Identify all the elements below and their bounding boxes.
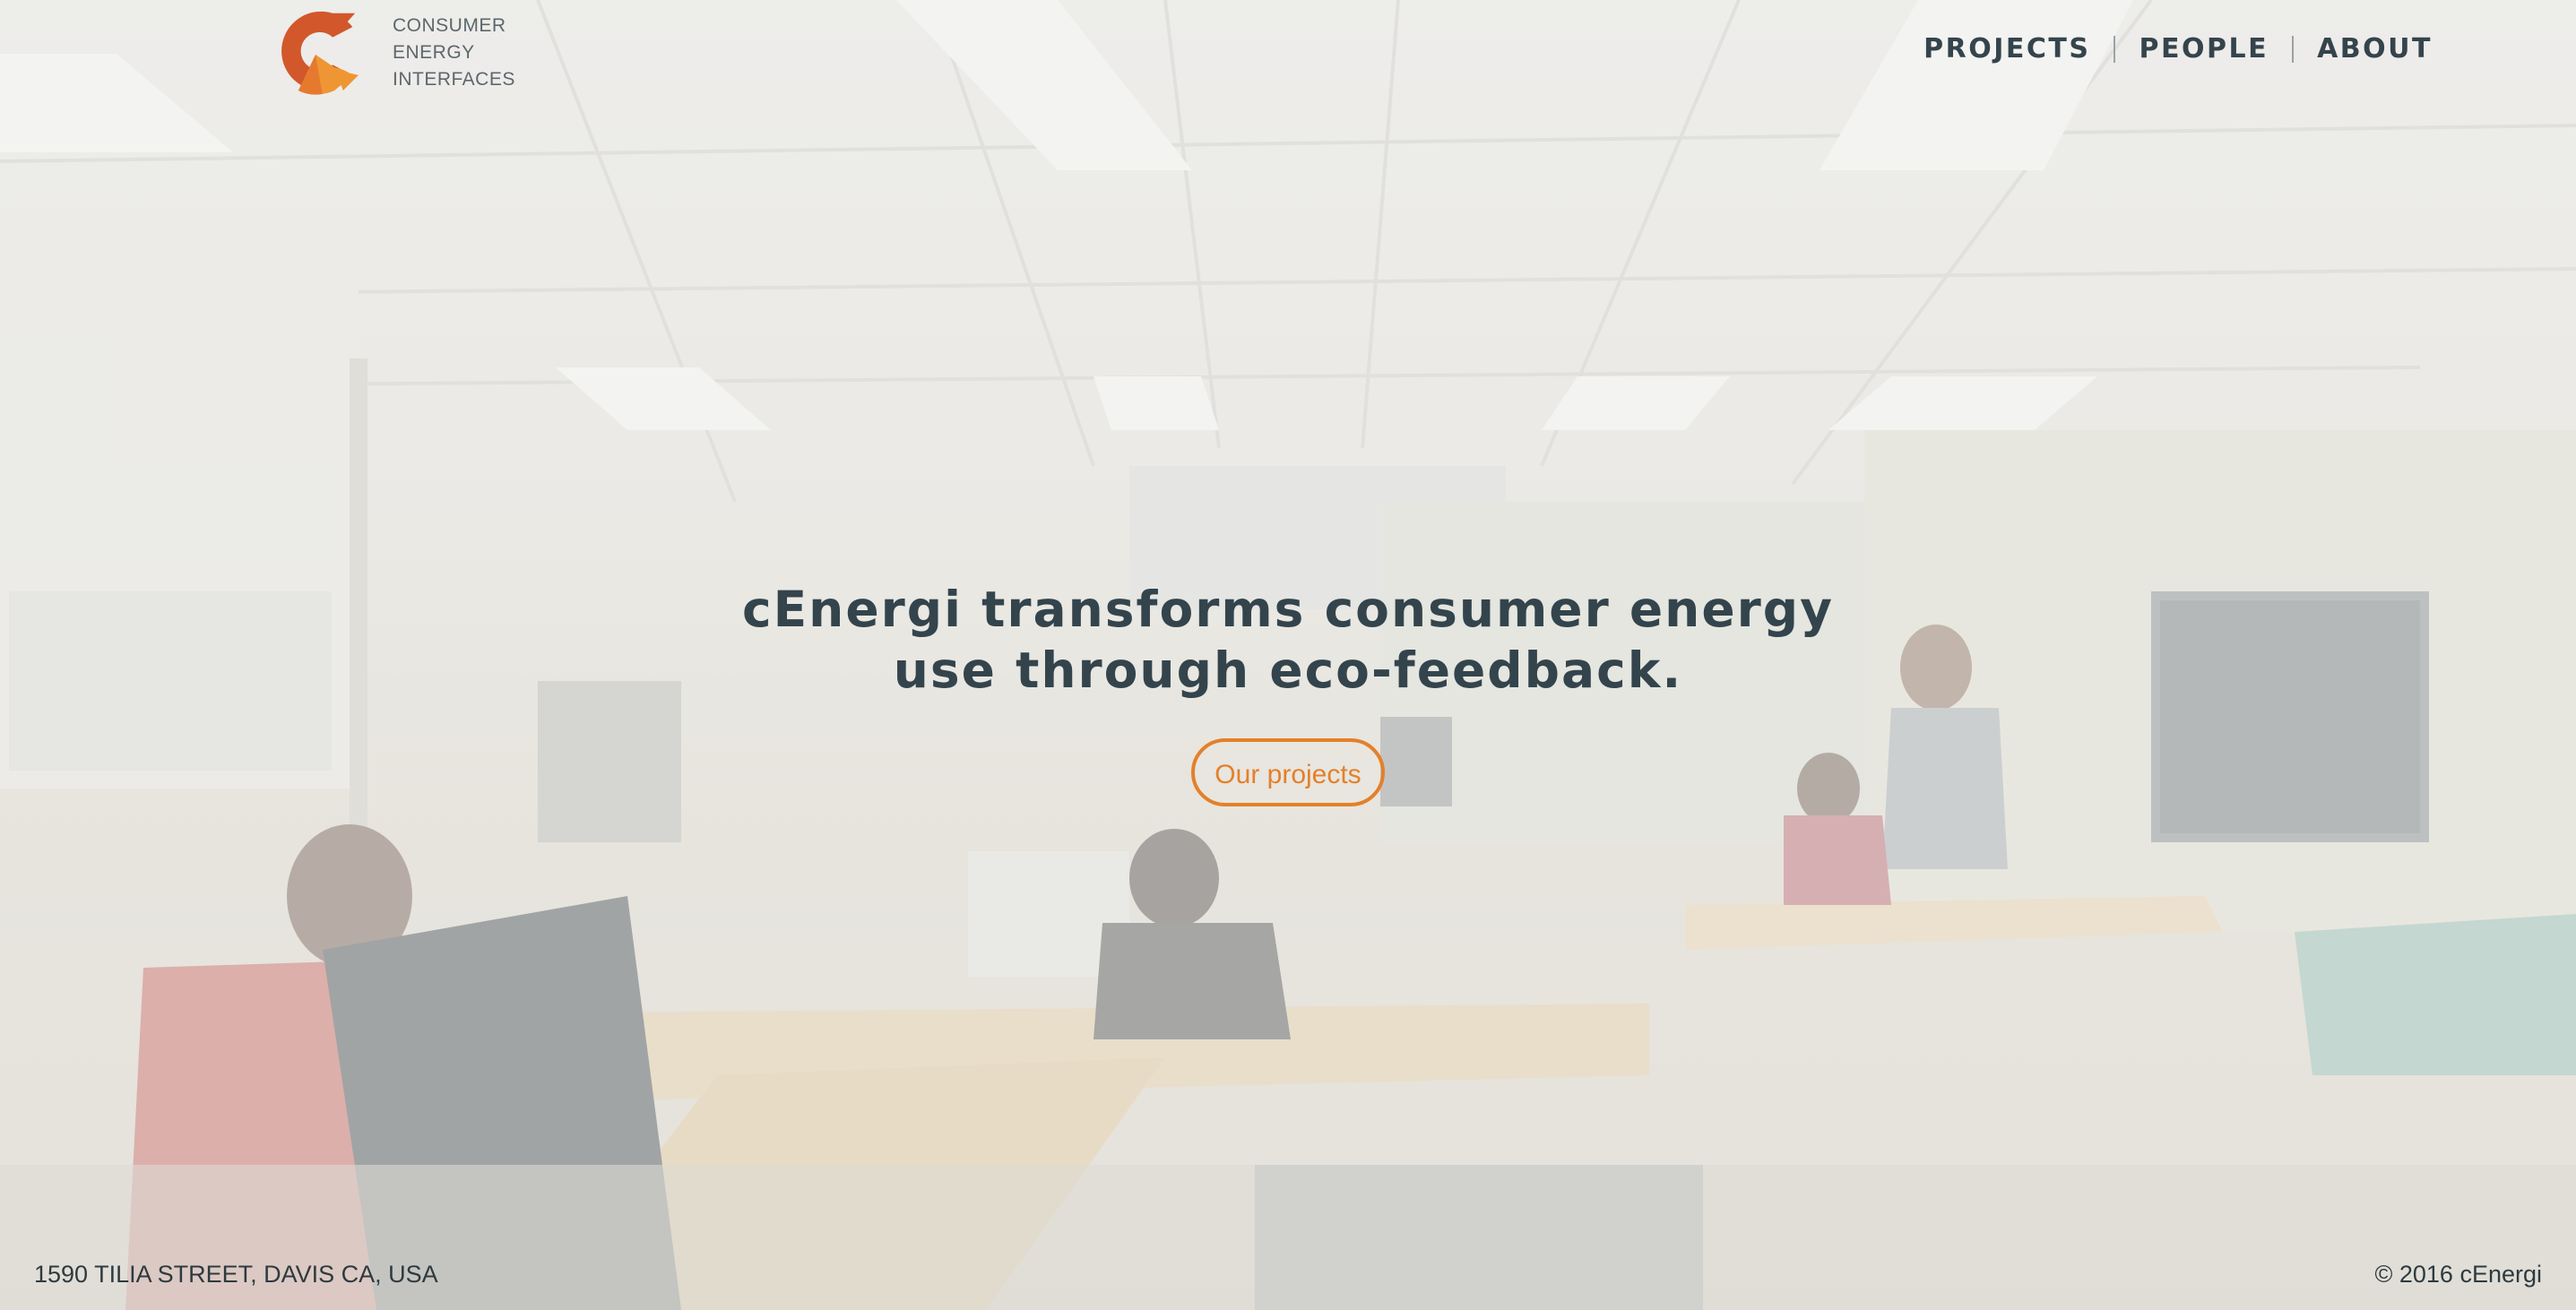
our-projects-button[interactable]: Our projects	[1191, 738, 1385, 806]
hero-headline-line: cEnergi transforms consumer energy	[741, 581, 1834, 638]
nav-link-about[interactable]: ABOUT	[2317, 33, 2433, 65]
brand-wordmark-line: CONSUMER	[393, 15, 506, 36]
main-nav: PROJECTS PEOPLE ABOUT	[1923, 33, 2433, 65]
hero-section: cEnergi transforms consumer energy use t…	[0, 579, 2576, 806]
nav-link-people[interactable]: PEOPLE	[2139, 33, 2269, 65]
brand-wordmark: CONSUMER ENERGY INTERFACES	[393, 5, 515, 93]
nav-divider	[2292, 35, 2295, 63]
nav-divider	[2114, 35, 2116, 63]
footer-address: 1590 TILIA STREET, DAVIS CA, USA	[34, 1261, 438, 1288]
nav-link-projects[interactable]: PROJECTS	[1923, 33, 2090, 65]
brand-wordmark-line: INTERFACES	[393, 69, 515, 90]
hero-headline-line: use through eco-feedback.	[893, 642, 1683, 699]
cenergi-logo-icon	[281, 11, 359, 95]
footer-copyright: © 2016 cEnergi	[2374, 1261, 2542, 1288]
brand-wordmark-line: ENERGY	[393, 42, 475, 63]
brand-logo[interactable]: CONSUMER ENERGY INTERFACES	[272, 5, 515, 97]
hero-headline: cEnergi transforms consumer energy use t…	[0, 579, 2576, 701]
